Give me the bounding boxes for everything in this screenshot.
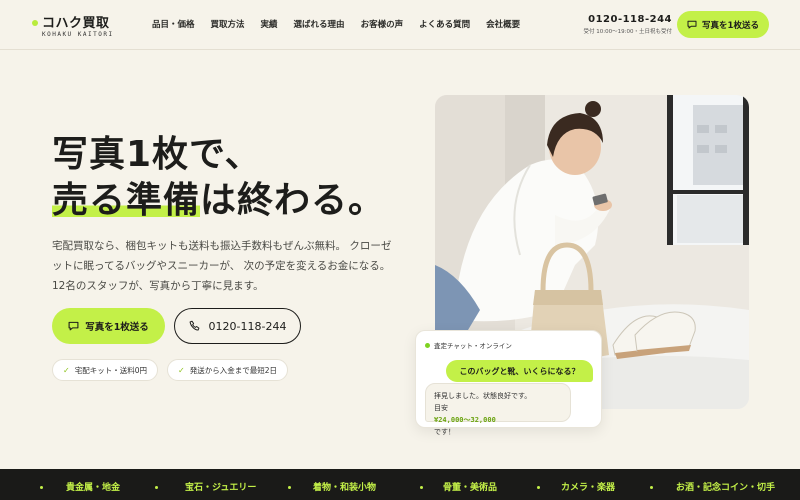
chat-user-message: このバッグと靴、いくらになる？ bbox=[446, 360, 593, 382]
nav-item-results[interactable]: 実績 bbox=[261, 18, 278, 30]
chat-card: 査定チャット・オンライン このバッグと靴、いくらになる？ 拝見しました。状態良好… bbox=[415, 330, 602, 436]
chat-status: 査定チャット・オンライン bbox=[425, 340, 512, 350]
hero-description-line: 宅配買取なら、梱包キットも送料も振込手数料もぜんぶ無料。 クローゼ bbox=[52, 240, 392, 252]
hero-title-line2: 売る準備は終わる。 bbox=[52, 178, 385, 224]
hero-description: 宅配買取なら、梱包キットも送料も振込手数料もぜんぶ無料。 クローゼ ットに眠って… bbox=[52, 236, 402, 296]
hero-description-line: ットに眠ってるバッグやスニーカーが、 次の予定を変えるお金になる。 bbox=[52, 260, 391, 272]
category-item[interactable]: 骨董・美術品 bbox=[443, 480, 497, 493]
header-send-photo-button[interactable]: 写真を1枚送る bbox=[677, 11, 769, 38]
band-separator-icon bbox=[650, 486, 653, 489]
chat-status-label: 査定チャット・オンライン bbox=[434, 342, 512, 350]
online-status-icon bbox=[425, 342, 430, 348]
chat-reply-price: ¥24,000〜32,000 bbox=[434, 416, 496, 424]
nav-item-company[interactable]: 会社概要 bbox=[486, 18, 520, 30]
hero-description-line: 12名のスタッフが、写真から丁寧に見ます。 bbox=[52, 280, 264, 292]
site-header: コハク買取 KOHAKU KAITORI 品目・価格 買取方法 実績 選ばれる理… bbox=[0, 0, 800, 50]
chat-reply-prefix: 目安 bbox=[434, 404, 448, 412]
nav-item-reasons[interactable]: 選ばれる理由 bbox=[294, 18, 345, 30]
hero-title: 写真1枚で、 売る準備は終わる。 bbox=[52, 132, 385, 224]
header-phone-number[interactable]: 0120-118-244 bbox=[568, 14, 672, 25]
category-item[interactable]: 着物・和装小物 bbox=[313, 480, 376, 493]
logo-text: コハク買取 bbox=[42, 16, 110, 31]
band-separator-icon bbox=[537, 486, 540, 489]
chat-reply-line2: 目安 ¥24,000〜32,000 です！ bbox=[434, 402, 562, 438]
phone-call-button[interactable]: 0120-118-244 bbox=[174, 308, 301, 344]
nav-item-methods[interactable]: 買取方法 bbox=[211, 18, 245, 30]
nav-item-faq[interactable]: よくある質問 bbox=[419, 18, 470, 30]
send-photo-button[interactable]: 写真を1枚送る bbox=[52, 308, 165, 344]
chat-reply-suffix: です！ bbox=[434, 428, 455, 436]
category-item[interactable]: 宝石・ジュエリー bbox=[185, 480, 256, 493]
hero-title-line2-rest: は終わる。 bbox=[200, 180, 386, 221]
check-icon: ✓ bbox=[178, 365, 185, 375]
chat-reply-line1: 拝見しました。状態良好です。 bbox=[434, 392, 532, 400]
header-cta-label: 写真を1枚送る bbox=[702, 20, 759, 31]
logo-subtext: KOHAKU KAITORI bbox=[42, 31, 114, 38]
phone-icon bbox=[189, 320, 199, 331]
category-item[interactable]: 貴金属・地金 bbox=[66, 480, 120, 493]
send-photo-button-label: 写真を1枚送る bbox=[85, 322, 149, 333]
logo-dot-icon bbox=[32, 20, 38, 26]
category-band: 貴金属・地金 宝石・ジュエリー 着物・和装小物 骨董・美術品 カメラ・楽器 お酒… bbox=[0, 469, 800, 500]
chat-reply-message: 拝見しました。状態良好です。 目安 ¥24,000〜32,000 です！ bbox=[425, 383, 571, 436]
chat-icon bbox=[687, 20, 697, 29]
hero-title-highlight: 売る準備 bbox=[52, 180, 201, 221]
chat-icon bbox=[68, 321, 79, 331]
category-item[interactable]: お酒・記念コイン・切手 bbox=[676, 480, 775, 493]
band-separator-icon bbox=[40, 486, 43, 489]
category-item[interactable]: カメラ・楽器 bbox=[561, 480, 615, 493]
header-phone-hours: 受付 10:00〜19:00・土日祝も受付 bbox=[583, 29, 672, 35]
hero-title-line1: 写真1枚で、 bbox=[52, 134, 262, 175]
band-separator-icon bbox=[288, 486, 291, 489]
phone-call-button-label: 0120-118-244 bbox=[208, 319, 287, 333]
badge-free-kit: ✓ 宅配キット・送料0円 bbox=[52, 359, 158, 381]
badge-fast-payment: ✓ 発送から入金まで最短2日 bbox=[167, 359, 288, 381]
header-phone[interactable]: 0120-118-244 受付 10:00〜19:00・土日祝も受付 bbox=[568, 14, 672, 35]
main-nav: 品目・価格 買取方法 実績 選ばれる理由 お客様の声 よくある質問 会社概要 bbox=[152, 18, 536, 30]
badge-free-kit-label: 宅配キット・送料0円 bbox=[74, 365, 147, 375]
nav-item-items-prices[interactable]: 品目・価格 bbox=[152, 18, 195, 30]
nav-item-reviews[interactable]: お客様の声 bbox=[361, 18, 404, 30]
badge-fast-payment-label: 発送から入金まで最短2日 bbox=[189, 365, 277, 375]
band-separator-icon bbox=[420, 486, 423, 489]
band-separator-icon bbox=[155, 486, 158, 489]
check-icon: ✓ bbox=[63, 365, 70, 375]
